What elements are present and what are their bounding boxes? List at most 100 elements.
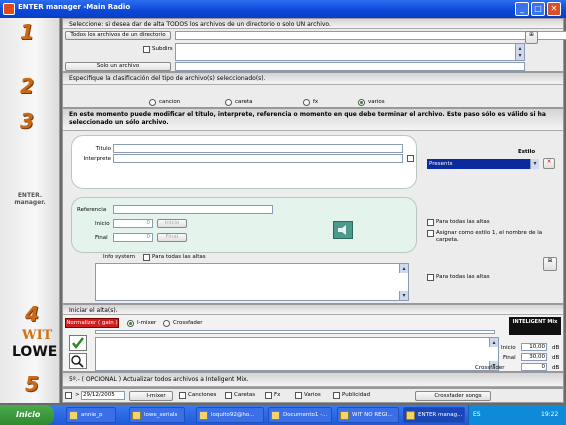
window-title: ENTER manager -Main Radio <box>18 3 131 11</box>
info-system-textarea[interactable]: ▴ ▾ <box>95 263 409 301</box>
info-system-label: Info system <box>103 254 136 260</box>
directory-field[interactable]: ▾ <box>175 31 566 40</box>
step-number-2: 2 <box>20 74 34 98</box>
taskbar: Inicio annie_p lowe_serials loquito92@ho… <box>0 405 566 425</box>
task-lowe-serials[interactable]: lowe_serials <box>129 407 185 423</box>
files-list[interactable]: ▴ ▾ <box>175 43 525 61</box>
filter-canciones-checkbox[interactable] <box>179 392 186 399</box>
filter-fx-checkbox[interactable] <box>265 392 272 399</box>
filter-varios-label: Varios <box>304 392 321 398</box>
asignar-estilo-label: Asignar como estilo 1, el nombre de la c… <box>436 230 543 243</box>
lowe-logo: LOWE <box>12 344 58 360</box>
step-number-3: 3 <box>20 109 34 133</box>
filter-caretas-checkbox[interactable] <box>225 392 232 399</box>
maximize-button[interactable]: □ <box>531 2 545 16</box>
one-file-button[interactable]: Solo un archivo <box>65 62 171 71</box>
app-icon <box>340 411 349 420</box>
radio-cancion[interactable] <box>149 99 156 106</box>
inicio-input[interactable]: 0 <box>113 219 153 228</box>
chevron-down-icon[interactable]: ▾ <box>530 159 539 169</box>
radio-crossfader[interactable] <box>163 320 170 327</box>
task-documento[interactable]: Documento1 -... <box>268 407 332 423</box>
crossfader-input[interactable]: 0 <box>521 363 547 371</box>
messenger-icon <box>199 411 208 420</box>
scroll-down-icon[interactable]: ▾ <box>515 51 524 60</box>
radio-careta[interactable] <box>225 99 232 106</box>
crossfader-songs-button[interactable]: Crossfader songs <box>415 391 491 401</box>
date-input[interactable]: 29/12/2005 <box>81 391 125 400</box>
add-info-button[interactable]: ⊞ <box>543 257 557 271</box>
filter-fx-label: Fx <box>274 392 281 398</box>
inicio-db-label: Inicio <box>501 345 516 351</box>
app-icon <box>3 3 15 15</box>
estilo-value: Presents <box>429 161 453 167</box>
interprete-checkbox[interactable] <box>407 155 414 162</box>
final-button[interactable]: Final <box>157 233 187 242</box>
para-todas-info-label: Para todas las altas <box>152 254 206 260</box>
log-textarea[interactable]: ▴ ▾ <box>95 337 499 371</box>
browse-folder-button[interactable]: ⊞ <box>525 31 538 44</box>
folder-icon <box>132 411 141 420</box>
minimize-button[interactable]: _ <box>515 2 529 16</box>
step-number-4: 4 <box>25 302 39 326</box>
final-db-unit: dB <box>552 355 560 361</box>
imixer-update-button[interactable]: I-mixer <box>129 391 173 401</box>
radio-cancion-label: cancion <box>159 99 181 105</box>
all-files-button[interactable]: Todos los archivos de un directorio <box>65 31 171 40</box>
section-4-header: Iniciar el alta(s). <box>63 305 563 315</box>
filter-varios-checkbox[interactable] <box>295 392 302 399</box>
referencia-input[interactable] <box>113 205 273 214</box>
para-todas-label-1: Para todas las altas <box>436 219 490 225</box>
start-button[interactable]: Inicio <box>0 405 54 425</box>
speaker-icon[interactable] <box>333 221 353 239</box>
scroll-up-icon[interactable]: ▴ <box>399 264 408 273</box>
progress-bar <box>95 330 495 334</box>
subdirs-checkbox[interactable] <box>143 46 150 53</box>
normalizer-button[interactable]: Normalizer ( gain ) <box>65 318 119 328</box>
clear-estilo-button[interactable]: ✕ <box>543 158 555 169</box>
scroll-up-icon[interactable]: ▴ <box>489 338 498 347</box>
inicio-button[interactable]: Inicio <box>157 219 187 228</box>
folder-icon <box>69 411 78 420</box>
asignar-estilo-checkbox[interactable] <box>427 230 434 237</box>
para-todas-checkbox-1[interactable] <box>427 219 434 226</box>
search-icon <box>71 355 84 368</box>
bottom-toolbar: > 29/12/2005 I-mixer Canciones Caretas F… <box>62 388 564 403</box>
estilo-select[interactable]: Presents ▾ <box>427 159 539 169</box>
date-checkbox[interactable] <box>65 392 72 399</box>
confirm-button[interactable] <box>69 335 87 351</box>
para-todas-checkbox-2[interactable] <box>427 274 434 281</box>
titulo-input[interactable] <box>113 144 403 153</box>
task-enter-manager[interactable]: ENTER manag... <box>403 407 465 423</box>
final-db-input[interactable]: 30,00 <box>521 353 547 361</box>
task-annie[interactable]: annie_p <box>66 407 116 423</box>
single-file-field[interactable] <box>175 62 525 71</box>
titulo-label: Titulo <box>95 146 111 152</box>
para-todas-info-checkbox[interactable] <box>143 254 150 261</box>
close-button[interactable]: ✕ <box>547 2 561 16</box>
radio-varios[interactable] <box>358 99 365 106</box>
radio-fx-label: fx <box>313 99 319 105</box>
interprete-input[interactable] <box>113 154 403 163</box>
filter-publicidad-label: Publicidad <box>342 392 371 398</box>
clock: 19:22 <box>541 411 559 418</box>
task-wit[interactable]: WIT NO REGI... <box>337 407 399 423</box>
radio-crossfader-label: Crossfader <box>173 320 203 326</box>
section-1-header: Seleccione: si desea dar de alta TODOS l… <box>63 19 563 29</box>
crossfader-songs-label: Crossfader songs <box>434 393 482 399</box>
task-messenger[interactable]: loquito92@ho... <box>196 407 264 423</box>
scroll-down-icon[interactable]: ▾ <box>399 291 408 300</box>
radio-varios-label: varios <box>368 99 385 105</box>
search-button[interactable] <box>69 353 87 369</box>
interprete-label: Interprete <box>83 156 111 162</box>
filter-publicidad-checkbox[interactable] <box>333 392 340 399</box>
sidebar: 1 2 3 ENTER. manager. 4 WIT LOWE 5 <box>0 18 60 403</box>
inicio-db-input[interactable]: 10,00 <box>521 343 547 351</box>
word-icon <box>271 411 280 420</box>
language-indicator[interactable]: ES <box>473 411 481 418</box>
section-2-panel: Especifique la clasificación del tipo de… <box>62 72 564 108</box>
radio-imixer[interactable] <box>127 320 134 327</box>
radio-fx[interactable] <box>303 99 310 106</box>
final-db-label: Final <box>503 355 516 361</box>
final-input[interactable]: 0 <box>113 233 153 242</box>
